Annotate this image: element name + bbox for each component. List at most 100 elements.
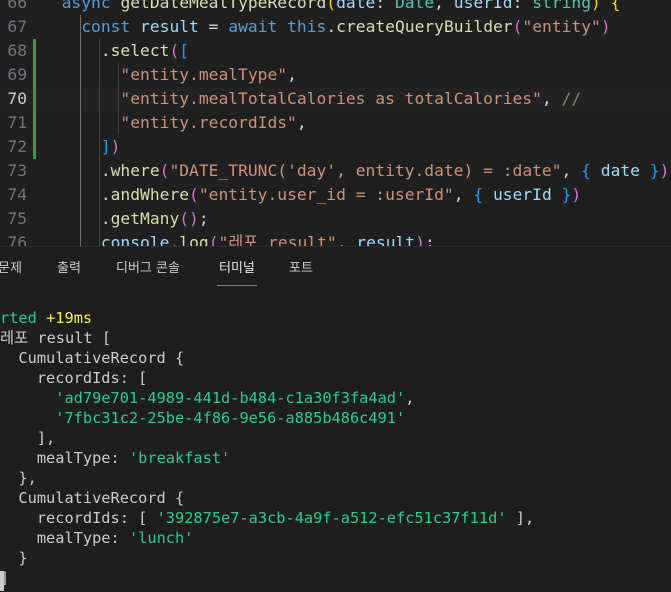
code-line[interactable]: 76 console.log("레포 result", result);: [0, 231, 671, 246]
code-token: const: [81, 17, 141, 36]
code-token: (: [208, 233, 219, 246]
code-token: "레포 result": [218, 233, 337, 246]
code-line[interactable]: 70 "entity.mealTotalCalories as totalCal…: [0, 87, 671, 111]
terminal-line: mealType: 'lunch': [0, 528, 194, 548]
code-token: (): [179, 209, 199, 228]
terminal-text: ],: [506, 509, 535, 527]
terminal-line: 'ad79e701-4989-441d-b484-c1a30f3fa4ad',: [0, 388, 414, 408]
terminal-text: 'lunch': [128, 529, 194, 547]
terminal-text: 'breakfast': [128, 449, 231, 467]
code-token: andWhere: [110, 185, 190, 204]
code-token: [: [179, 41, 190, 60]
code-token: date: [336, 0, 376, 12]
line-number: 76: [7, 233, 27, 246]
terminal-line: },: [0, 468, 36, 488]
code-token: console: [100, 233, 170, 246]
code-token: "entity.mealTotalCalories as totalCalori…: [120, 89, 542, 108]
code-token: }: [649, 161, 660, 180]
code-token: }: [561, 185, 572, 204]
line-number: 70: [7, 89, 27, 108]
terminal-text: CumulativeRecord {: [0, 489, 185, 507]
tab-problems[interactable]: 문제: [0, 247, 22, 287]
tab-ports[interactable]: 포트: [289, 247, 313, 287]
code-editor[interactable]: 66 async getDateMealTypeRecord(date: Dat…: [0, 0, 671, 246]
code-token: ,: [434, 0, 454, 12]
code-token: ,: [561, 161, 582, 180]
code-line[interactable]: 66 async getDateMealTypeRecord(date: Dat…: [0, 0, 671, 15]
code-token: :: [375, 0, 395, 12]
code-line[interactable]: 67 const result = await this.createQuery…: [0, 15, 671, 39]
code-text: ]): [42, 135, 121, 159]
tab-debug-console[interactable]: 디버그 콘솔: [116, 247, 180, 287]
terminal-text: rted: [0, 309, 47, 327]
code-token: (: [189, 185, 199, 204]
code-token: userId: [483, 185, 562, 204]
indent-guide: [80, 15, 81, 246]
terminal-output[interactable]: rted +19ms 레포 result [ CumulativeRecord {…: [0, 288, 671, 592]
code-token: (: [512, 17, 523, 36]
terminal-text: 'ad79e701-4989-441d-b484-c1a30f3fa4ad': [55, 389, 406, 407]
terminal-text: 레포 result [: [0, 329, 112, 347]
code-token: //: [561, 89, 582, 108]
line-number: 74: [7, 185, 27, 204]
code-line[interactable]: 73 .where("DATE_TRUNC('day', entity.date…: [0, 159, 671, 183]
code-token: result: [140, 17, 199, 36]
code-line[interactable]: 72 ]): [0, 135, 671, 159]
code-token: ): [571, 185, 582, 204]
code-line[interactable]: 71 "entity.recordIds",: [0, 111, 671, 135]
code-text: console.log("레포 result", result);: [42, 231, 435, 246]
tab-terminal[interactable]: 터미널: [217, 247, 257, 286]
line-number: 67: [7, 17, 27, 36]
code-token: ]: [100, 137, 111, 156]
terminal-line: '7fbc31c2-25be-4f86-9e56-a885b486c491': [0, 408, 405, 428]
code-token: ;: [424, 233, 435, 246]
code-token: ): [591, 0, 611, 12]
line-number: 71: [7, 113, 27, 132]
terminal-text: mealType:: [0, 529, 129, 547]
terminal-text: recordIds: [: [0, 369, 148, 387]
terminal-line: mealType: 'breakfast': [0, 448, 230, 468]
code-line[interactable]: 68 .select([: [0, 39, 671, 63]
tab-output[interactable]: 출력: [57, 247, 81, 287]
code-token: .: [326, 17, 337, 36]
indent-guide: [99, 39, 100, 246]
code-token: ,: [296, 113, 307, 132]
code-token: ,: [287, 65, 297, 84]
code-line[interactable]: 75 .getMany();: [0, 207, 671, 231]
code-token: createQueryBuilder: [336, 17, 513, 36]
terminal-line: 레포 result [: [0, 328, 111, 348]
terminal-text: }: [0, 549, 28, 567]
code-line[interactable]: 69 "entity.mealType",: [0, 63, 671, 87]
code-token: =: [198, 17, 229, 36]
code-text: .where("DATE_TRUNC('day', entity.date) =…: [42, 159, 670, 183]
code-text: "entity.mealTotalCalories as totalCalori…: [42, 87, 581, 111]
terminal-line: recordIds: [: [0, 368, 148, 388]
code-token: getDateMealTypeRecord: [120, 0, 327, 12]
terminal-text: +19ms: [46, 309, 93, 327]
terminal-text: ]: [0, 569, 10, 587]
line-number: 75: [7, 209, 27, 228]
code-token: .: [169, 233, 180, 246]
code-line[interactable]: 74 .andWhere("entity.user_id = :userId",…: [0, 183, 671, 207]
code-token: {: [473, 185, 484, 204]
code-text: async getDateMealTypeRecord(date: Date, …: [42, 0, 621, 15]
terminal-line: ]: [0, 568, 9, 588]
code-token: ): [110, 137, 121, 156]
line-number: 66: [7, 0, 27, 12]
code-token: {: [581, 161, 591, 180]
code-text: "entity.recordIds",: [42, 111, 307, 135]
code-text: const result = await this.createQueryBui…: [42, 15, 610, 39]
code-token: .: [42, 161, 111, 180]
terminal-text: ,: [405, 389, 415, 407]
line-number: 68: [7, 41, 27, 60]
code-token: where: [110, 161, 160, 180]
code-token: "entity": [522, 17, 601, 36]
